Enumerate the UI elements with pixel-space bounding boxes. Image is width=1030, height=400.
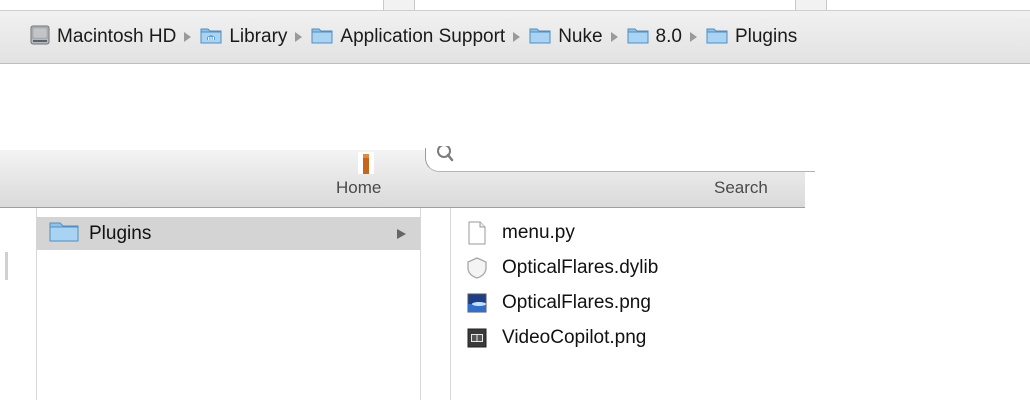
path-item-label: Macintosh HD bbox=[57, 26, 177, 47]
search-input[interactable] bbox=[425, 144, 815, 172]
browser-column-left bbox=[0, 208, 37, 400]
path-item-label: Nuke bbox=[558, 26, 603, 47]
list-item-plugins-folder[interactable]: Plugins bbox=[37, 217, 420, 250]
file-item-opticalflares-png[interactable]: OpticalFlares.png bbox=[466, 288, 651, 318]
document-icon bbox=[466, 221, 488, 245]
path-item-library[interactable]: Library bbox=[200, 25, 287, 49]
path-item-macintosh-hd[interactable]: Macintosh HD bbox=[30, 23, 176, 51]
browser-column-files: menu.py OpticalFlares.dylib OpticalFlare… bbox=[451, 208, 805, 400]
folder-icon bbox=[627, 26, 649, 50]
screenshot: Macintosh HD Library Application Support… bbox=[0, 0, 1030, 400]
library-folder-icon bbox=[200, 26, 222, 50]
file-item-menu-py[interactable]: menu.py bbox=[466, 218, 575, 248]
path-separator-icon bbox=[295, 32, 303, 42]
path-item-label: Application Support bbox=[340, 26, 506, 47]
path-item-application-support[interactable]: Application Support bbox=[311, 25, 505, 49]
file-item-videocopilot-png[interactable]: VideoCopilot.png bbox=[466, 323, 646, 353]
file-label: menu.py bbox=[502, 222, 575, 243]
finder-toolbar: Home Search bbox=[0, 144, 815, 208]
path-item-label: 8.0 bbox=[655, 26, 682, 47]
window-edge-stub bbox=[383, 0, 415, 10]
browser-column-parent: Plugins bbox=[37, 208, 421, 400]
disclosure-arrow-icon bbox=[397, 229, 406, 239]
file-item-opticalflares-dylib[interactable]: OpticalFlares.dylib bbox=[466, 253, 658, 283]
path-separator-icon bbox=[610, 32, 618, 42]
path-separator-icon bbox=[689, 32, 697, 42]
hard-drive-icon bbox=[30, 24, 50, 52]
path-separator-icon bbox=[513, 32, 521, 42]
search-icon bbox=[436, 144, 454, 167]
window-edge-stub bbox=[795, 0, 827, 10]
dylib-icon bbox=[466, 257, 488, 279]
browser-column-gutter bbox=[421, 208, 451, 400]
path-bar: Macintosh HD Library Application Support… bbox=[0, 10, 1030, 64]
folder-icon bbox=[311, 26, 333, 50]
file-label: OpticalFlares.png bbox=[502, 292, 651, 313]
path-item-8-0[interactable]: 8.0 bbox=[627, 25, 682, 49]
folder-icon bbox=[706, 26, 728, 50]
home-label[interactable]: Home bbox=[336, 178, 381, 198]
path-item-plugins[interactable]: Plugins bbox=[706, 25, 797, 49]
image-icon bbox=[466, 328, 488, 348]
list-item-label: Plugins bbox=[89, 222, 152, 244]
image-icon bbox=[466, 293, 488, 313]
path-item-label: Library bbox=[229, 26, 288, 47]
search-label: Search bbox=[714, 178, 768, 197]
file-label: VideoCopilot.png bbox=[502, 327, 647, 348]
path-separator-icon bbox=[184, 32, 192, 42]
folder-icon bbox=[49, 220, 79, 247]
path-item-nuke[interactable]: Nuke bbox=[529, 25, 603, 50]
folder-icon bbox=[529, 26, 551, 50]
file-label: OpticalFlares.dylib bbox=[502, 257, 659, 278]
home-icon[interactable] bbox=[357, 150, 375, 174]
column-resize-handle[interactable] bbox=[5, 252, 8, 280]
path-item-label: Plugins bbox=[734, 26, 798, 47]
